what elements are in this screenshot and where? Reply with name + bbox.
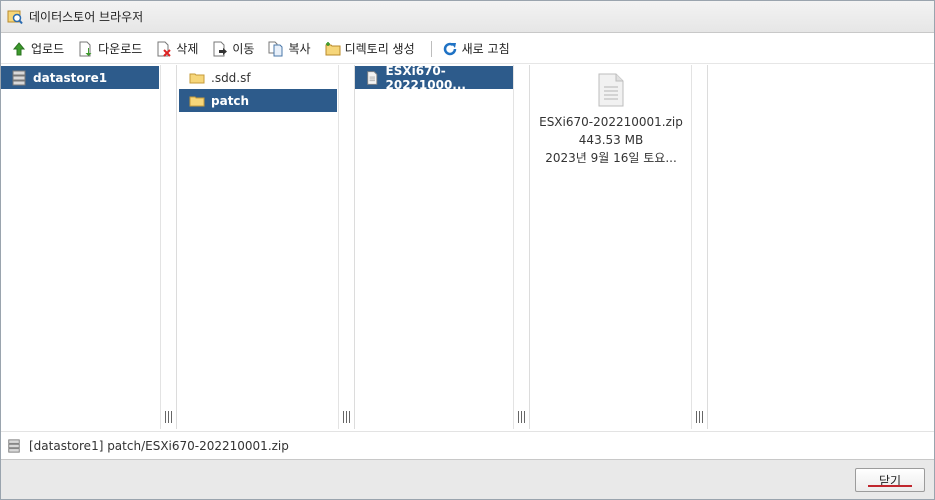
- datastore-browser-icon: [7, 10, 23, 24]
- resize-grip-icon: [341, 411, 351, 423]
- list-item-sdd-sf[interactable]: .sdd.sf: [179, 66, 337, 89]
- move-label: 이동: [232, 42, 255, 56]
- resize-grip-icon: [694, 411, 704, 423]
- download-icon: [79, 41, 92, 56]
- dialog-footer: 닫기: [1, 459, 934, 499]
- window-title: 데이터스토어 브라우저: [29, 10, 144, 24]
- datastore-icon: [8, 438, 20, 453]
- column-files: ESXi670-20221000...: [355, 63, 530, 429]
- upload-button[interactable]: 업로드: [11, 40, 64, 57]
- file-preview: ESXi670-202210001.zip 443.53 MB 2023년 9월…: [530, 73, 692, 167]
- delete-label: 삭제: [176, 42, 199, 56]
- move-button[interactable]: 이동: [212, 40, 254, 57]
- toolbar-separator: [430, 40, 432, 57]
- move-icon: [213, 41, 228, 56]
- upload-icon: [12, 41, 26, 55]
- document-icon: [598, 73, 624, 107]
- copy-label: 복사: [288, 42, 311, 56]
- list-item-label: ESXi670-20221000...: [385, 63, 466, 92]
- refresh-icon: [443, 42, 456, 55]
- column-splitter[interactable]: [513, 65, 529, 429]
- refresh-label: 새로 고침: [461, 42, 510, 56]
- refresh-button[interactable]: 새로 고침: [442, 40, 510, 57]
- selected-path: [datastore1] patch/ESXi670-202210001.zip: [29, 438, 289, 453]
- list-item-datastore1[interactable]: datastore1: [1, 66, 159, 89]
- preview-file-size: 443.53 MB: [578, 133, 644, 147]
- new-folder-icon: [325, 41, 341, 55]
- column-splitter[interactable]: [338, 65, 354, 429]
- close-button-underline: [868, 485, 912, 487]
- delete-icon: [157, 41, 172, 57]
- list-item-esxi-zip[interactable]: ESXi670-20221000...: [355, 63, 513, 92]
- title-bar: 데이터스토어 브라우저: [1, 1, 934, 33]
- copy-button[interactable]: 복사: [268, 40, 311, 57]
- column-folders: .sdd.sf patch: [177, 65, 355, 429]
- preview-file-name: ESXi670-202210001.zip: [539, 115, 683, 129]
- datastore-browser-window: 데이터스토어 브라우저 업로드 다운로드 삭제 이동 복사 디렉토리 생성 새로…: [0, 0, 935, 500]
- folder-icon: [189, 96, 205, 106]
- download-button[interactable]: 다운로드: [78, 40, 142, 57]
- resize-grip-icon: [516, 411, 526, 423]
- column-datastores: datastore1: [1, 65, 177, 429]
- upload-label: 업로드: [31, 42, 65, 56]
- list-item-label: .sdd.sf: [211, 70, 251, 85]
- column-splitter[interactable]: [691, 65, 707, 429]
- list-item-label: datastore1: [33, 70, 108, 85]
- preview-file-date: 2023년 9월 16일 토요...: [545, 151, 677, 165]
- list-item-label: patch: [211, 93, 250, 108]
- download-label: 다운로드: [98, 42, 143, 56]
- folder-icon: [189, 73, 205, 83]
- resize-grip-icon: [163, 411, 173, 423]
- delete-button[interactable]: 삭제: [156, 40, 198, 57]
- create-directory-label: 디렉토리 생성: [344, 42, 415, 56]
- status-bar: [datastore1] patch/ESXi670-202210001.zip: [1, 431, 934, 459]
- column-splitter[interactable]: [160, 65, 176, 429]
- datastore-icon: [12, 70, 26, 85]
- browser-columns: datastore1 .sdd.sf patch ESXi670-2022100…: [1, 63, 934, 429]
- list-item-patch[interactable]: patch: [179, 89, 337, 112]
- file-icon: [367, 70, 378, 85]
- column-preview: ESXi670-202210001.zip 443.53 MB 2023년 9월…: [530, 65, 708, 429]
- toolbar: 업로드 다운로드 삭제 이동 복사 디렉토리 생성 새로 고침: [1, 34, 934, 64]
- column-empty: [708, 65, 934, 429]
- create-directory-button[interactable]: 디렉토리 생성: [325, 40, 415, 57]
- copy-icon: [268, 41, 283, 56]
- close-button[interactable]: 닫기: [855, 468, 925, 492]
